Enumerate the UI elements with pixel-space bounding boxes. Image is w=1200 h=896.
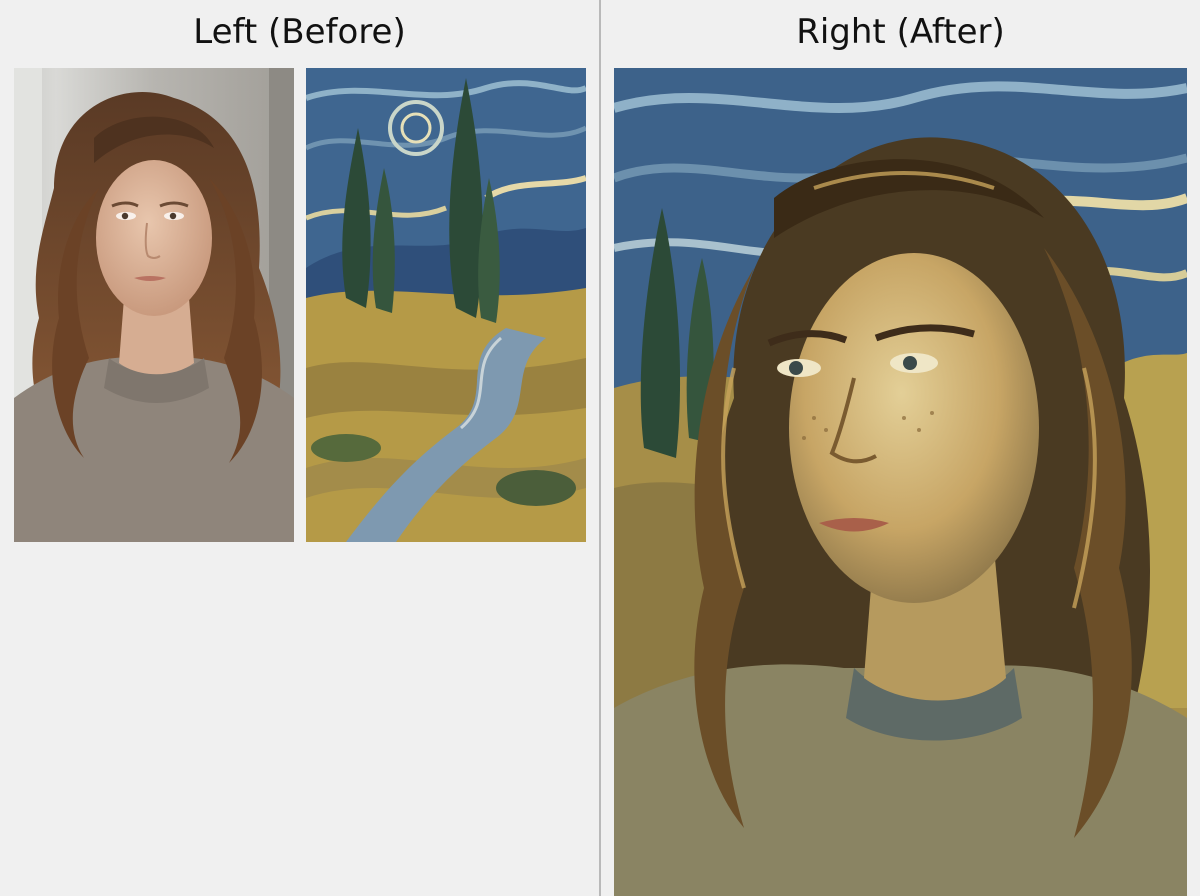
- landscape-painting: [306, 68, 586, 542]
- stylized-portrait-icon: [614, 68, 1187, 896]
- portrait-photo: [14, 68, 294, 542]
- landscape-painting-icon: [306, 68, 586, 542]
- left-panel: Left (Before): [0, 0, 599, 896]
- right-panel: Right (After): [601, 0, 1200, 896]
- right-panel-title: Right (After): [796, 12, 1005, 52]
- stylized-portrait: [614, 68, 1187, 896]
- left-panel-title: Left (Before): [193, 12, 406, 52]
- portrait-photo-icon: [14, 68, 294, 542]
